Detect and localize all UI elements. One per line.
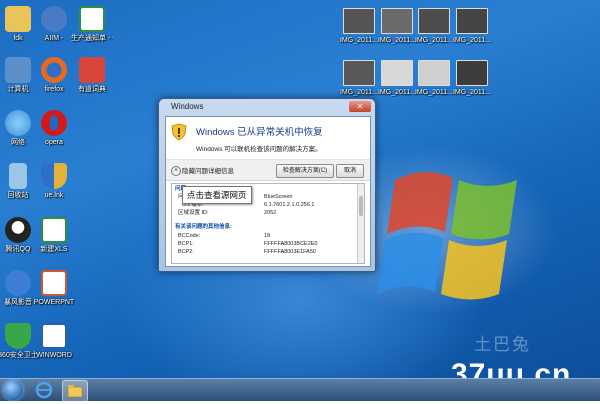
desktop-icon-new-xls[interactable]: 新建XLS bbox=[33, 217, 75, 254]
desktop-icon-label: 有道词典 bbox=[78, 86, 106, 93]
image-file-icon bbox=[456, 8, 488, 34]
detail-key: BCCode: bbox=[178, 233, 201, 239]
thumbnail-label: IMG_2011... bbox=[339, 37, 378, 44]
detail-key: 区域设置 ID: bbox=[178, 210, 209, 216]
detail-value: BlueScreen bbox=[264, 194, 293, 200]
watermark-brand: 土巴兔 bbox=[474, 335, 531, 354]
view-source-tooltip[interactable]: 点击查看源网页 bbox=[182, 186, 252, 204]
desktop-icon-powerpoint[interactable]: POWERPNT bbox=[33, 270, 75, 307]
powerpoint-icon bbox=[41, 270, 67, 296]
desktop-icon-label: WINWORD bbox=[36, 352, 72, 359]
media-player-icon[interactable] bbox=[92, 380, 116, 400]
desktop-icon-label: opera bbox=[45, 139, 63, 146]
desktop-icon-production-notice[interactable]: 生产通知单 - 快捷方式 bbox=[71, 6, 113, 43]
image-file-icon bbox=[343, 60, 375, 86]
youdao-dict-icon bbox=[79, 57, 105, 83]
storm-player-icon bbox=[5, 270, 31, 296]
image-file-icon bbox=[456, 60, 488, 86]
image-file-icon bbox=[343, 8, 375, 34]
windows-logo-icon bbox=[377, 171, 517, 300]
detail-value: 2052 bbox=[264, 210, 277, 216]
details-section-header: 有关该问题的其他信息: bbox=[175, 224, 232, 230]
thumbnail-label: IMG_2011... bbox=[377, 37, 416, 44]
detail-value: FFFFFA8003BCE2E0 bbox=[264, 241, 318, 247]
desktop-icon-label: AIIM - bbox=[44, 35, 64, 42]
desktop-thumbnail[interactable]: IMG_2011... bbox=[376, 8, 418, 45]
dialog-header: Windows 已从异常关机中恢复 Windows 可以联机检查该问题的解决方案… bbox=[166, 117, 370, 160]
desktop-icon-firefox[interactable]: firefox bbox=[33, 57, 75, 94]
start-orb-icon[interactable] bbox=[3, 380, 23, 400]
desktop-icon-label: 生产通知单 - 快捷方式 bbox=[71, 35, 113, 42]
desktop-thumbnail[interactable]: IMG_2011... bbox=[338, 60, 380, 97]
thumbnail-label: IMG_2011... bbox=[452, 37, 491, 44]
detail-value: FFFFFA8003E1FA50 bbox=[264, 249, 316, 255]
desktop-icon-label: ue.lnk bbox=[44, 192, 64, 199]
warning-shield-icon bbox=[171, 123, 187, 141]
qq-icon bbox=[5, 217, 31, 243]
thumbnail-label: IMG_2011... bbox=[414, 89, 453, 96]
close-icon: ✕ bbox=[356, 102, 364, 111]
dialog-main-title: Windows 已从异常关机中恢复 bbox=[196, 127, 323, 138]
opera-icon bbox=[41, 110, 67, 136]
internet-explorer-icon[interactable] bbox=[32, 380, 56, 400]
check-solution-button[interactable]: 检查解决方案(C) bbox=[276, 164, 334, 178]
details-scrollbar[interactable] bbox=[357, 184, 364, 263]
desktop-icon-ue[interactable]: ue.lnk bbox=[33, 163, 75, 200]
shutdown-recovery-dialog: Windows ✕ Windows 已从异常关机中恢复 Windows 可以联机… bbox=[158, 98, 376, 272]
desktop-thumbnail[interactable]: IMG_2011... bbox=[338, 8, 380, 45]
firefox-icon bbox=[41, 57, 67, 83]
desktop-icon-aiim[interactable]: AIIM - bbox=[33, 6, 75, 43]
uac-shield-icon bbox=[41, 163, 67, 189]
collapse-details-toggle[interactable]: ˄ bbox=[171, 166, 181, 176]
dialog-title: Windows bbox=[171, 102, 204, 111]
word-icon bbox=[41, 323, 67, 349]
desktop-icon-winword[interactable]: WINWORD bbox=[33, 323, 75, 360]
recycle-bin-icon bbox=[9, 163, 27, 189]
dialog-action-bar: ˄ 隐藏问题详细信息 检查解决方案(C) 取消 bbox=[166, 160, 370, 181]
cancel-button[interactable]: 取消 bbox=[336, 164, 364, 178]
toggle-details-label[interactable]: 隐藏问题详细信息 bbox=[182, 165, 234, 175]
detail-key: BCP2: bbox=[178, 249, 194, 255]
aiim-app-icon bbox=[41, 6, 67, 32]
desktop-thumbnail[interactable]: IMG_2011... bbox=[376, 60, 418, 97]
image-file-icon bbox=[381, 60, 413, 86]
desktop-thumbnail[interactable]: IMG_2011... bbox=[413, 8, 455, 45]
thumbnail-label: IMG_2011... bbox=[377, 89, 416, 96]
chevron-up-icon: ˄ bbox=[174, 168, 178, 174]
excel-shortcut-icon bbox=[79, 6, 105, 32]
dialog-subtitle: Windows 可以联机检查该问题的解决方案。 bbox=[196, 146, 322, 153]
close-button[interactable]: ✕ bbox=[349, 101, 371, 112]
detail-value: 6.1.7601.2.1.0.256.1 bbox=[264, 202, 315, 208]
detail-key: BCP1: bbox=[178, 241, 194, 247]
desktop-icon-youdao[interactable]: 有道词典 bbox=[71, 57, 113, 94]
computer-icon bbox=[5, 57, 31, 83]
security-guard-icon bbox=[5, 323, 31, 349]
image-file-icon bbox=[418, 60, 450, 86]
desktop-thumbnail[interactable]: IMG_2011... bbox=[451, 8, 493, 45]
desktop-thumbnail[interactable]: IMG_2011... bbox=[451, 60, 493, 97]
image-file-icon bbox=[381, 8, 413, 34]
thumbnail-label: IMG_2011... bbox=[339, 89, 378, 96]
network-icon bbox=[5, 110, 31, 136]
detail-value: 18 bbox=[264, 233, 271, 239]
desktop-icon-label: firefox bbox=[44, 86, 64, 93]
desktop-icon-label: 新建XLS bbox=[40, 246, 68, 253]
desktop-background: fdk AIIM - 生产通知单 - 快捷方式 计算机 firefox 有道词典… bbox=[0, 0, 600, 378]
taskbar bbox=[0, 378, 600, 402]
image-file-icon bbox=[418, 8, 450, 34]
desktop-icon-opera[interactable]: opera bbox=[33, 110, 75, 147]
scrollbar-thumb[interactable] bbox=[359, 196, 363, 216]
folder-icon bbox=[5, 6, 31, 32]
file-explorer-icon[interactable] bbox=[62, 380, 88, 402]
excel-icon bbox=[41, 217, 67, 243]
desktop-thumbnail[interactable]: IMG_2011... bbox=[413, 60, 455, 97]
thumbnail-label: IMG_2011... bbox=[452, 89, 491, 96]
desktop-icon-label: POWERPNT bbox=[33, 299, 75, 306]
thumbnail-label: IMG_2011... bbox=[414, 37, 453, 44]
watermark-site-url: 37uu.cn bbox=[451, 358, 572, 378]
